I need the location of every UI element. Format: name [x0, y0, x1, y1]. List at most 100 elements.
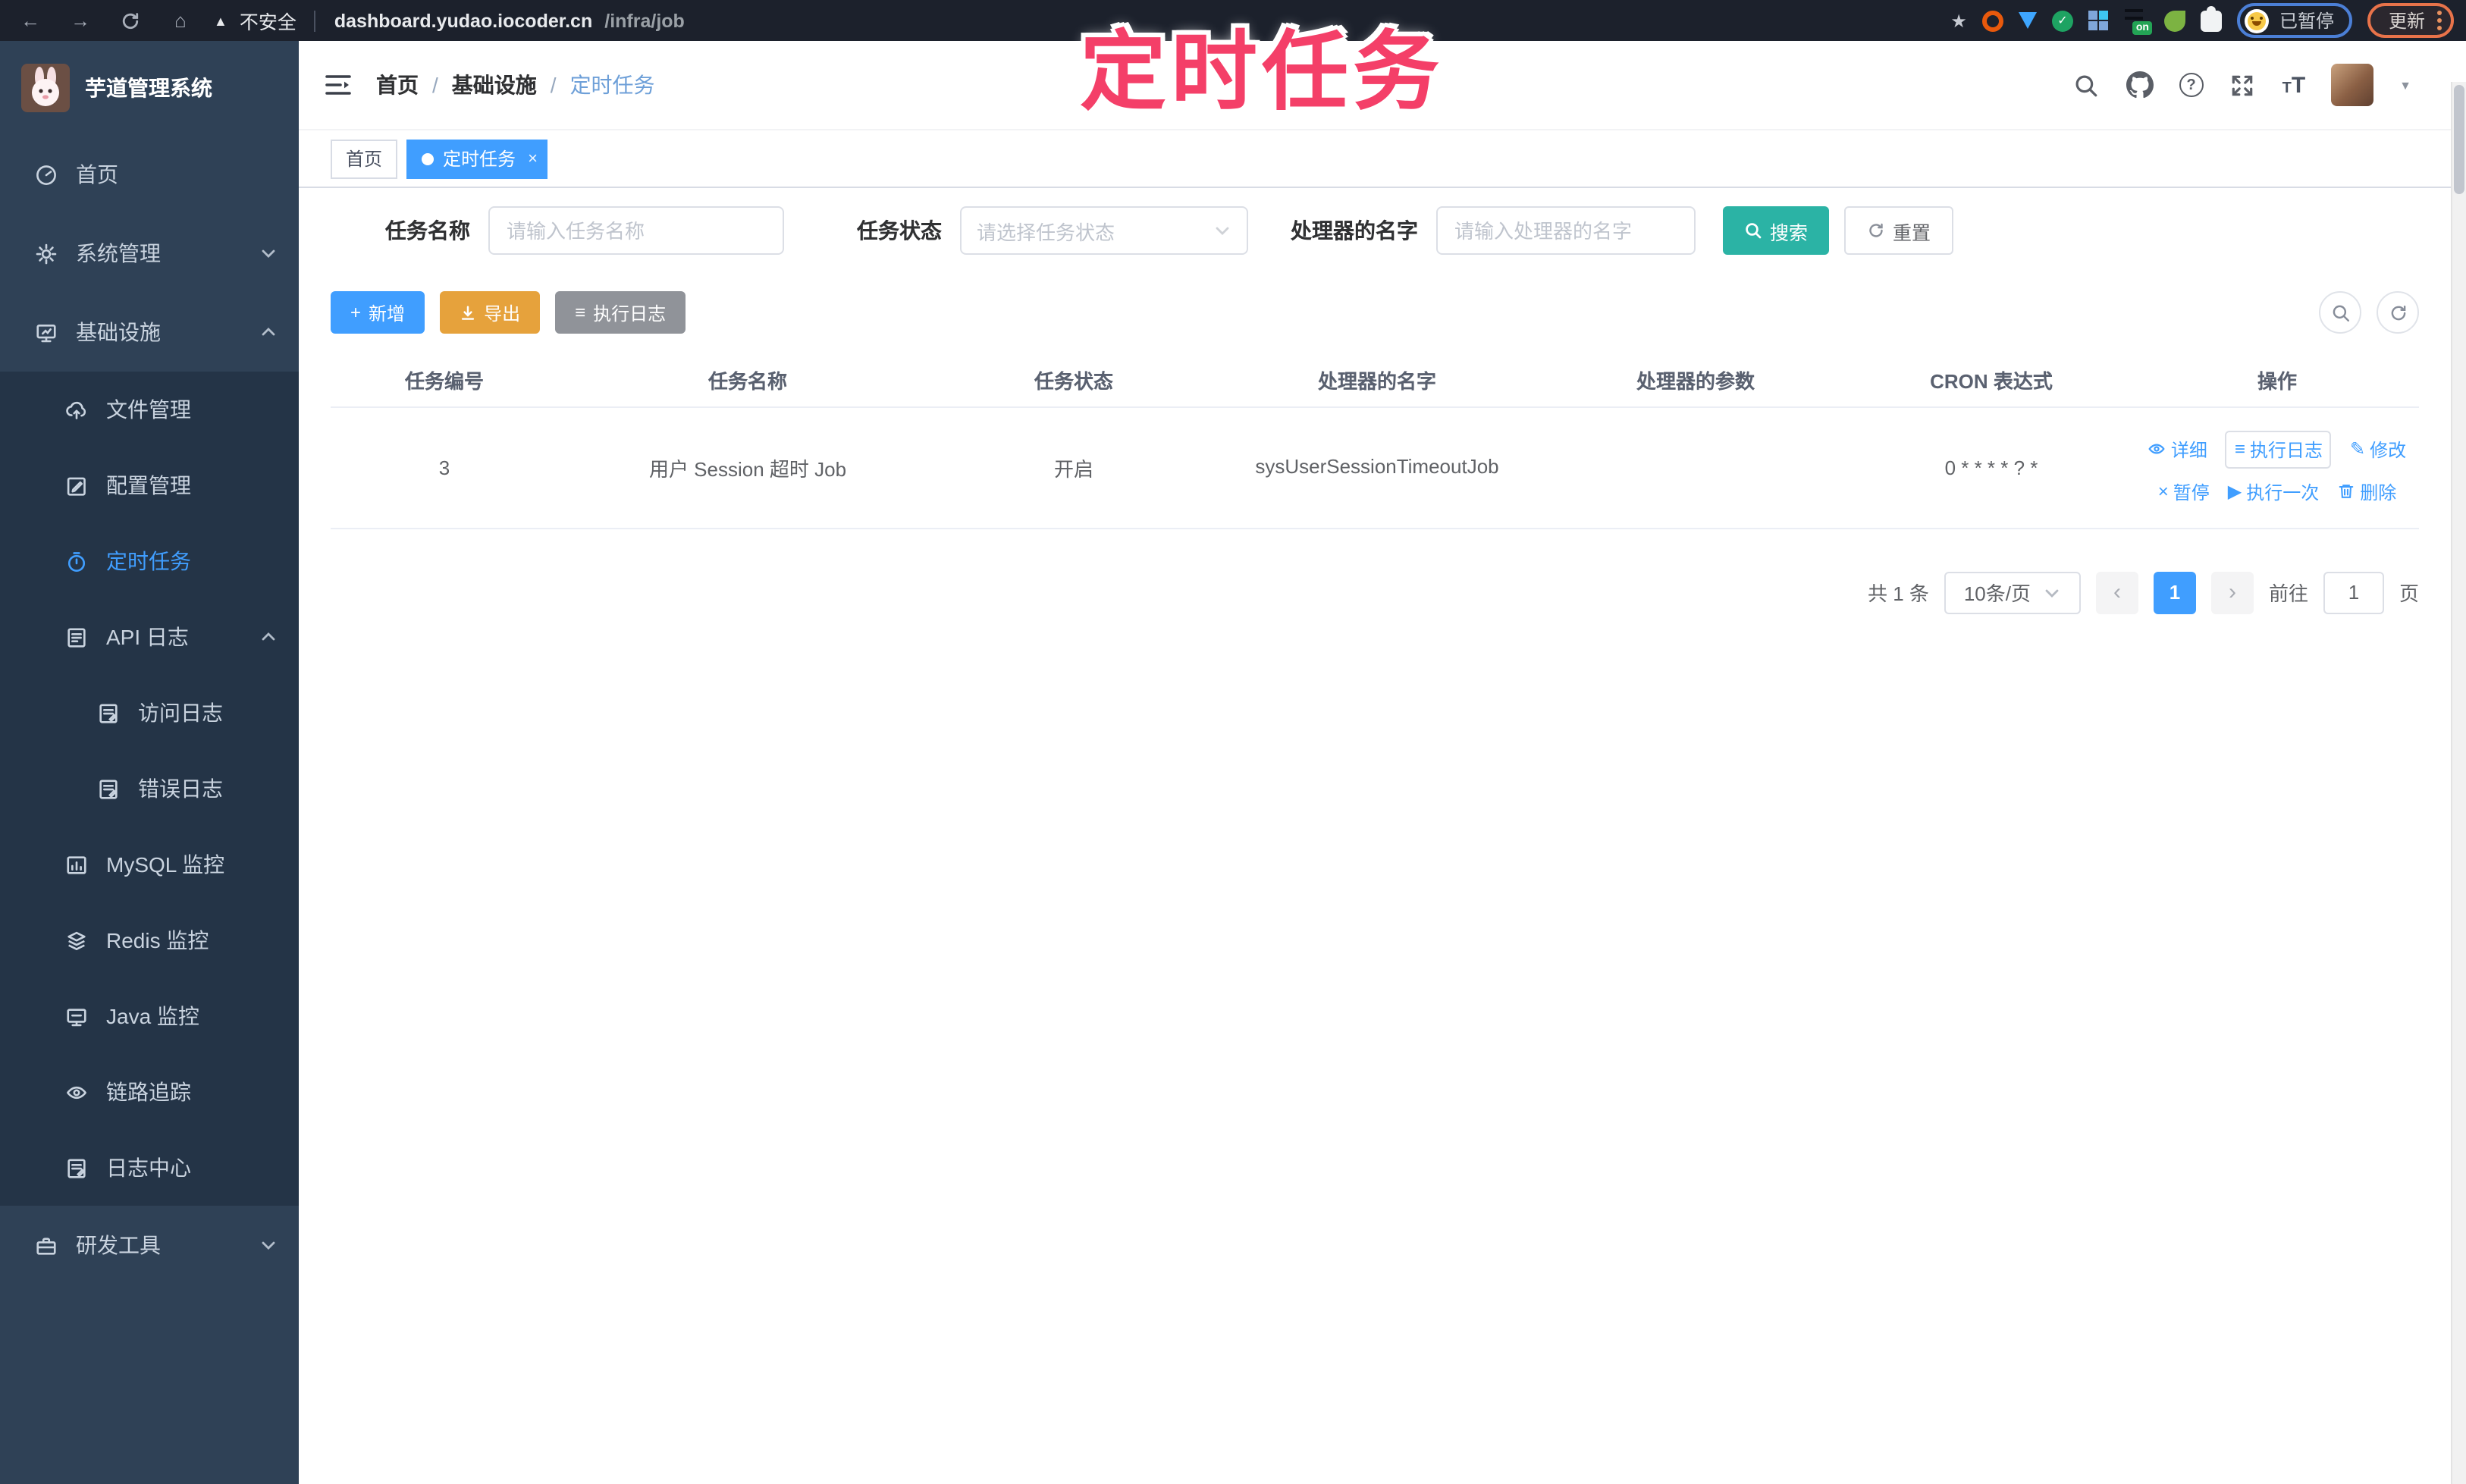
play-icon: ▶	[2228, 481, 2242, 502]
toolbar: + 新增 导出 ≡ 执行日志	[331, 291, 2419, 334]
main-area: 首页 / 基础设施 / 定时任务 ? TT ▼ 首页	[299, 41, 2451, 1484]
cell-cron: 0 * * * * ? *	[1847, 406, 2135, 528]
browser-home-icon[interactable]: ⌂	[168, 9, 193, 32]
browser-scrollbar[interactable]	[2451, 82, 2466, 1484]
extension-on-icon[interactable]: on	[2125, 9, 2149, 32]
sidebar-item-system[interactable]: 系统管理	[0, 214, 299, 293]
table-row: 3 用户 Session 超时 Job 开启 sysUserSessionTim…	[331, 406, 2419, 528]
sidebar-item-config-manage[interactable]: 配置管理	[0, 447, 299, 523]
hamburger-icon[interactable]	[325, 73, 352, 97]
sidebar-item-redis-monitor[interactable]: Redis 监控	[0, 902, 299, 978]
detail-link[interactable]: 详细	[2148, 436, 2207, 462]
breadcrumb-current: 定时任务	[570, 70, 655, 100]
sidebar-item-home[interactable]: 首页	[0, 135, 299, 214]
bookmark-star-icon[interactable]: ★	[1950, 10, 1967, 31]
screen: ← → ⌂ ▲ 不安全 dashboard.yudao.iocoder.cn/i…	[0, 0, 2466, 1484]
add-button[interactable]: + 新增	[331, 291, 425, 334]
url-path: /infra/job	[604, 10, 685, 31]
tag-scheduled-jobs[interactable]: 定时任务 ×	[406, 139, 548, 178]
breadcrumb-infra[interactable]: 基础设施	[452, 70, 537, 100]
chevron-down-icon	[2043, 583, 2061, 601]
pause-link[interactable]: × 暂停	[2158, 478, 2210, 504]
cell-handler-name: sysUserSessionTimeoutJob	[1210, 406, 1544, 528]
exec-log-button[interactable]: ≡ 执行日志	[555, 291, 686, 334]
profile-avatar	[2245, 8, 2269, 33]
help-icon[interactable]: ?	[2179, 73, 2204, 97]
job-name-input[interactable]	[488, 206, 784, 255]
extension-icon[interactable]	[1982, 10, 2003, 31]
scrollbar-thumb[interactable]	[2454, 85, 2464, 194]
document-edit-icon	[97, 777, 120, 800]
eye-icon	[2148, 440, 2166, 458]
show-search-button[interactable]	[2319, 291, 2361, 334]
active-dot	[422, 152, 434, 165]
app-logo	[21, 64, 70, 112]
search-icon[interactable]	[2073, 71, 2100, 99]
pagination: 共 1 条 10条/页 ‹ 1 › 前往 页	[331, 571, 2419, 613]
caret-down-icon[interactable]: ▼	[2399, 78, 2411, 92]
list-icon: ≡	[575, 302, 585, 323]
sidebar-item-mysql-monitor[interactable]: MySQL 监控	[0, 827, 299, 902]
col-cron: CRON 表达式	[1847, 355, 2135, 406]
breadcrumb-home[interactable]: 首页	[376, 70, 419, 100]
extension-icon[interactable]	[2019, 12, 2037, 29]
search-button[interactable]: 搜索	[1723, 206, 1829, 255]
sidebar-item-error-log[interactable]: 错误日志	[0, 751, 299, 827]
browser-reload-icon[interactable]	[118, 10, 143, 31]
total-count: 共 1 条	[1868, 578, 1929, 607]
browser-back-icon[interactable]: ←	[18, 9, 42, 32]
browser-menu-icon[interactable]	[2437, 11, 2442, 30]
reset-button[interactable]: 重置	[1844, 206, 1953, 255]
cell-job-id: 3	[331, 406, 558, 528]
goto-page-input[interactable]	[2323, 571, 2384, 613]
search-icon	[1744, 221, 1762, 240]
handler-name-input[interactable]	[1436, 206, 1696, 255]
refresh-button[interactable]	[2377, 291, 2419, 334]
chevron-down-icon	[259, 244, 278, 262]
browser-profile-chip[interactable]: 已暂停	[2237, 3, 2352, 38]
pause-icon: ×	[2158, 481, 2169, 502]
sidebar-item-dev-tools[interactable]: 研发工具	[0, 1206, 299, 1285]
edit-link[interactable]: ✎ 修改	[2350, 436, 2406, 462]
timer-icon	[65, 550, 88, 573]
filter-form: 任务名称 任务状态 请选择任务状态 处理器的名字 搜索	[331, 206, 2419, 255]
sidebar-item-tracing[interactable]: 链路追踪	[0, 1054, 299, 1130]
sidebar-item-log-center[interactable]: 日志中心	[0, 1130, 299, 1206]
run-once-link[interactable]: ▶ 执行一次	[2228, 478, 2320, 504]
sidebar-item-infra[interactable]: 基础设施	[0, 293, 299, 372]
goto-label: 前往	[2269, 578, 2308, 607]
exec-log-link[interactable]: ≡ 执行日志	[2226, 430, 2332, 468]
user-avatar[interactable]	[2331, 64, 2373, 106]
document-edit-icon	[65, 626, 88, 648]
sidebar-item-scheduled-jobs[interactable]: 定时任务	[0, 523, 299, 599]
sidebar-item-file-manage[interactable]: 文件管理	[0, 372, 299, 447]
sidebar-item-api-log[interactable]: API 日志	[0, 599, 299, 675]
tag-home[interactable]: 首页	[331, 139, 397, 178]
app-logo-row: 芋道管理系统	[0, 41, 299, 135]
close-icon[interactable]: ×	[528, 149, 538, 168]
extension-icon[interactable]	[2164, 10, 2185, 31]
browser-update-button[interactable]: 更新	[2367, 3, 2454, 38]
next-page-button[interactable]: ›	[2211, 571, 2254, 613]
table-header-row: 任务编号 任务名称 任务状态 处理器的名字 处理器的参数 CRON 表达式 操作	[331, 355, 2419, 406]
extension-icon[interactable]: ✓	[2052, 10, 2073, 31]
job-status-select[interactable]: 请选择任务状态	[960, 206, 1248, 255]
download-icon	[460, 304, 476, 321]
fullscreen-icon[interactable]	[2229, 71, 2257, 99]
list-icon: ≡	[2235, 438, 2245, 460]
prev-page-button[interactable]: ‹	[2096, 571, 2138, 613]
delete-link[interactable]: 删除	[2337, 478, 2396, 504]
export-button[interactable]: 导出	[440, 291, 540, 334]
github-icon[interactable]	[2126, 71, 2154, 99]
browser-forward-icon[interactable]: →	[68, 9, 93, 32]
extension-icon[interactable]	[2088, 10, 2110, 31]
address-bar[interactable]: ▲ 不安全 dashboard.yudao.iocoder.cn/infra/j…	[214, 6, 685, 35]
page-size-select[interactable]: 10条/页	[1944, 571, 2081, 613]
sidebar-item-java-monitor[interactable]: Java 监控	[0, 978, 299, 1054]
search-icon	[2330, 303, 2350, 322]
extensions-puzzle-icon[interactable]	[2201, 10, 2222, 31]
font-size-icon[interactable]: TT	[2282, 72, 2306, 98]
security-label[interactable]: 不安全	[240, 6, 296, 35]
page-1-button[interactable]: 1	[2154, 571, 2196, 613]
sidebar-item-access-log[interactable]: 访问日志	[0, 675, 299, 751]
